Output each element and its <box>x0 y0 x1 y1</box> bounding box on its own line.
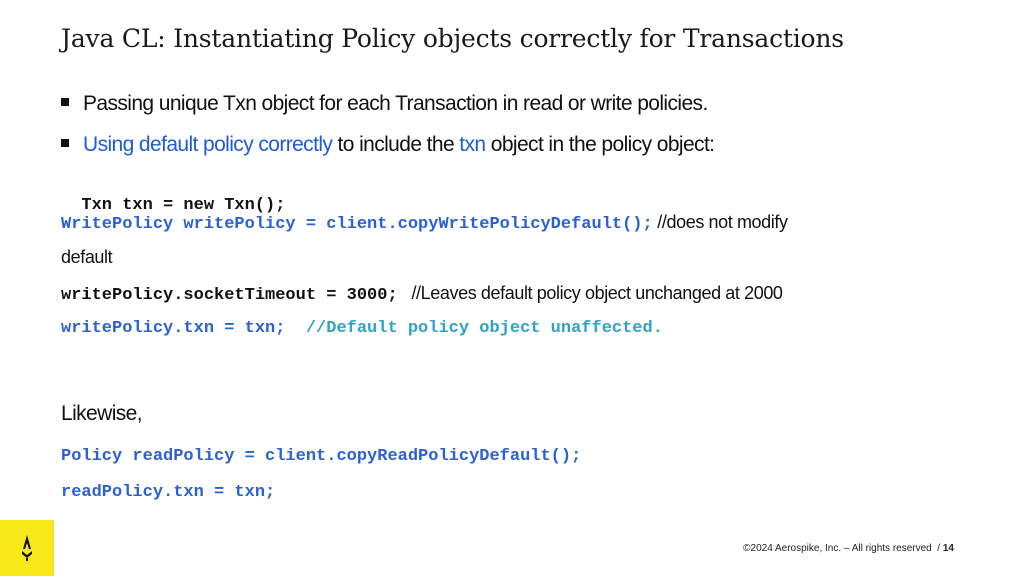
bullet-square-icon <box>61 139 69 148</box>
bullet-2-text-mid: to include the <box>332 133 460 156</box>
page-number: 14 <box>942 543 954 554</box>
aerospike-logo-icon <box>0 520 54 576</box>
code-comment: //Default policy object unaffected. <box>285 319 663 338</box>
code-line-3: writePolicy.socketTimeout = 3000; //Leav… <box>61 283 783 305</box>
code-line-2: WritePolicy writePolicy = client.copyWri… <box>61 212 788 234</box>
code-text: writePolicy.socketTimeout = 3000; <box>61 286 398 305</box>
bullet-1-text: Passing unique Txn object for each Trans… <box>83 92 708 115</box>
code-text: Policy readPolicy = client.copyReadPolic… <box>61 447 582 466</box>
bullet-1: Passing unique Txn object for each Trans… <box>61 92 708 116</box>
code-line-2-continuation: default <box>61 247 113 267</box>
page-separator: / <box>931 543 943 554</box>
code-comment: //does not modify <box>652 212 788 232</box>
code-line-6: readPolicy.txn = txn; <box>61 483 275 502</box>
default-policy-link[interactable]: Using default policy correctly <box>83 133 333 156</box>
code-line-4: writePolicy.txn = txn; //Default policy … <box>61 319 663 338</box>
slide-title: Java CL: Instantiating Policy objects co… <box>61 24 844 53</box>
code-comment: //Leaves default policy object unchanged… <box>397 283 783 303</box>
code-text: readPolicy.txn = txn; <box>61 483 276 502</box>
likewise-label: Likewise, <box>61 402 143 425</box>
code-line-1: Txn txn = new Txn(); <box>61 177 285 215</box>
footer: ©2024 Aerospike, Inc. – All rights reser… <box>743 543 954 554</box>
txn-keyword: txn <box>459 133 486 156</box>
bullet-2-text-end: object in the policy object: <box>485 133 715 156</box>
code-text: WritePolicy writePolicy = client.copyWri… <box>61 215 653 234</box>
bullet-square-icon <box>61 98 69 107</box>
code-line-5: Policy readPolicy = client.copyReadPolic… <box>61 447 581 466</box>
code-text: writePolicy.txn = txn; <box>61 319 286 338</box>
bullet-2: Using default policy correctly to includ… <box>61 133 715 157</box>
rocket-icon <box>22 535 32 561</box>
copyright-text: ©2024 Aerospike, Inc. – All rights reser… <box>743 543 932 554</box>
